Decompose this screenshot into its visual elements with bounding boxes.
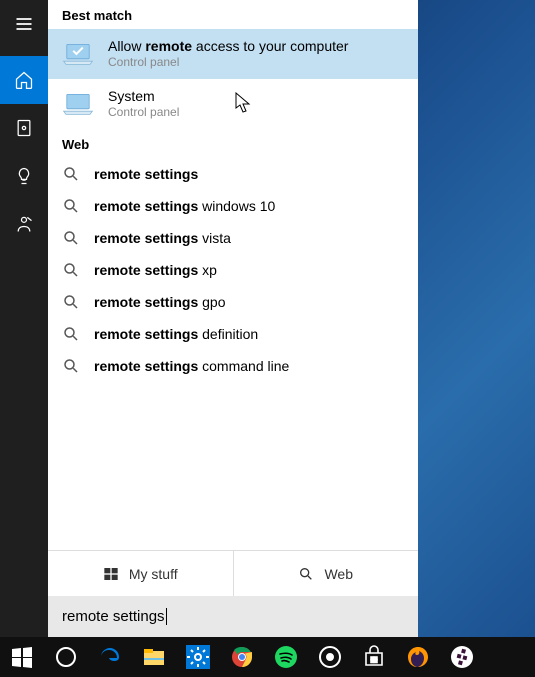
laptop-icon xyxy=(62,88,94,120)
windows-icon xyxy=(103,566,119,582)
search-input[interactable]: remote settings xyxy=(48,596,418,637)
hamburger-icon[interactable] xyxy=(0,0,48,48)
search-results-panel: Best match Allow remote access to your c… xyxy=(48,0,418,637)
result-title: System xyxy=(108,87,179,105)
web-suggestion[interactable]: remote settings xyxy=(48,158,418,190)
result-subtitle: Control panel xyxy=(108,105,179,121)
store-button[interactable] xyxy=(352,637,396,677)
file-explorer-button[interactable] xyxy=(132,637,176,677)
filter-bar: My stuff Web xyxy=(48,550,418,596)
web-suggestion[interactable]: remote settings definition xyxy=(48,318,418,350)
search-icon xyxy=(298,566,314,582)
section-best-match: Best match xyxy=(48,0,418,29)
spotify-button[interactable] xyxy=(264,637,308,677)
feedback-icon[interactable] xyxy=(0,200,48,248)
search-icon xyxy=(62,325,80,343)
slack-button[interactable] xyxy=(440,637,484,677)
section-web: Web xyxy=(48,129,418,158)
search-icon xyxy=(62,293,80,311)
start-button[interactable] xyxy=(0,637,44,677)
laptop-check-icon xyxy=(62,38,94,70)
web-suggestion[interactable]: remote settings windows 10 xyxy=(48,190,418,222)
result-title: Allow remote access to your computer xyxy=(108,37,348,55)
text-caret xyxy=(166,608,167,625)
cortana-button[interactable] xyxy=(44,637,88,677)
taskbar xyxy=(0,637,535,677)
media-button[interactable] xyxy=(308,637,352,677)
result-subtitle: Control panel xyxy=(108,55,348,71)
firefox-button[interactable] xyxy=(396,637,440,677)
web-suggestion[interactable]: remote settings xp xyxy=(48,254,418,286)
cortana-left-rail xyxy=(0,0,48,637)
my-stuff-button[interactable]: My stuff xyxy=(48,551,234,596)
web-suggestion[interactable]: remote settings command line xyxy=(48,350,418,382)
search-icon xyxy=(62,165,80,183)
home-icon[interactable] xyxy=(0,56,48,104)
web-suggestion[interactable]: remote settings gpo xyxy=(48,286,418,318)
search-icon xyxy=(62,357,80,375)
edge-button[interactable] xyxy=(88,637,132,677)
search-icon xyxy=(62,261,80,279)
notebook-icon[interactable] xyxy=(0,104,48,152)
result-system[interactable]: System Control panel xyxy=(48,79,418,129)
search-icon xyxy=(62,197,80,215)
web-suggestion[interactable]: remote settings vista xyxy=(48,222,418,254)
settings-button[interactable] xyxy=(176,637,220,677)
lightbulb-icon[interactable] xyxy=(0,152,48,200)
result-allow-remote[interactable]: Allow remote access to your computer Con… xyxy=(48,29,418,79)
web-filter-button[interactable]: Web xyxy=(234,551,419,596)
chrome-button[interactable] xyxy=(220,637,264,677)
search-icon xyxy=(62,229,80,247)
search-query-text: remote settings xyxy=(62,608,165,625)
